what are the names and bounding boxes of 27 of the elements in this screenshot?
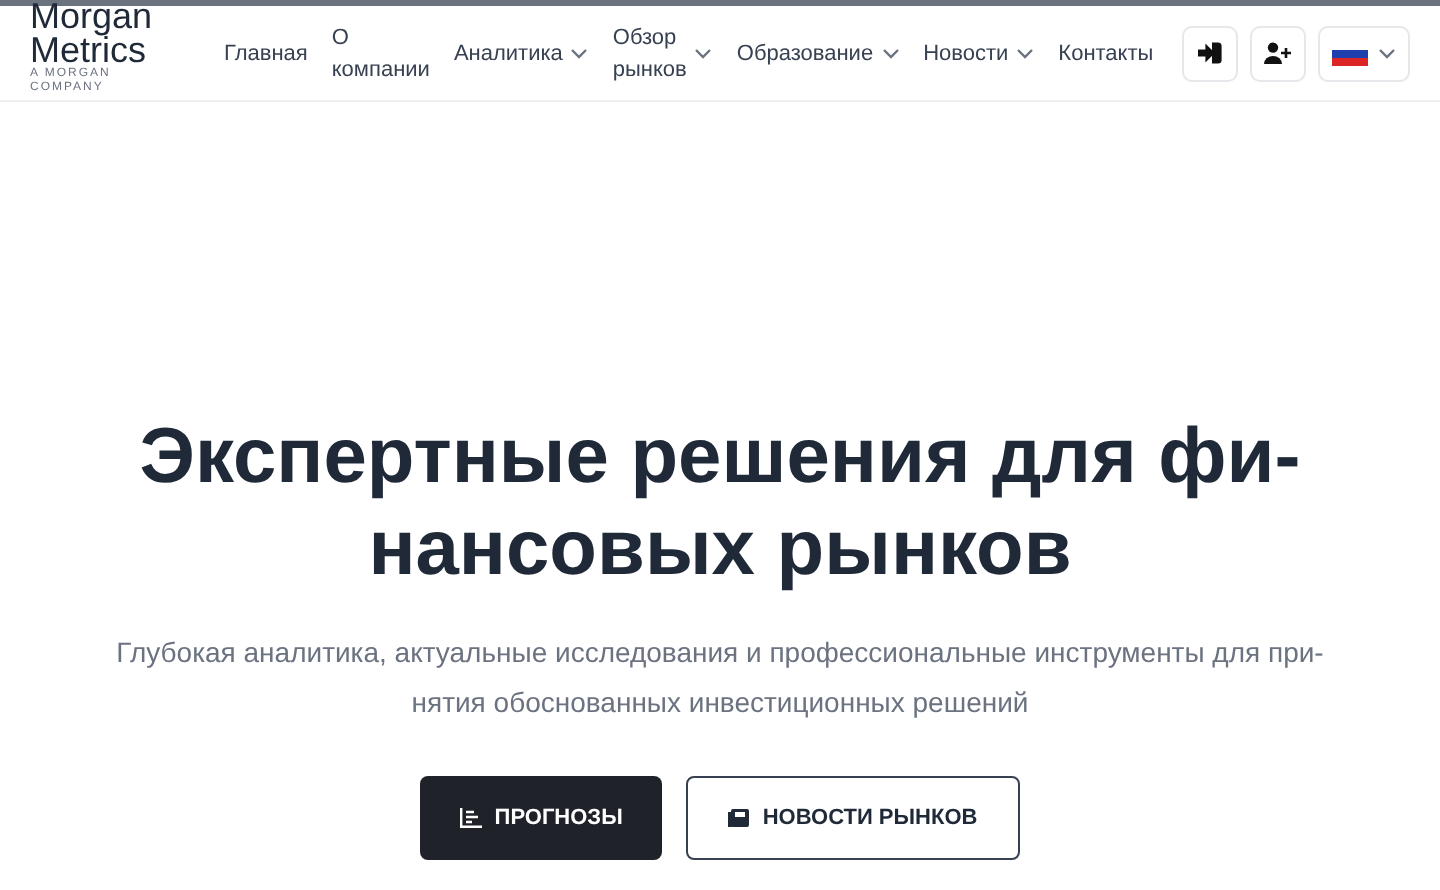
user-plus-icon — [1264, 42, 1292, 64]
hero-subtitle: Глубокая аналитика, актуальные исследования и профессиональные инструменты для при- — [116, 634, 1324, 672]
chevron-down-icon — [694, 47, 713, 59]
chevron-down-icon — [881, 47, 900, 59]
nav-link[interactable]: О компании — [331, 21, 430, 85]
sign-in-icon — [1198, 42, 1222, 64]
nav-link[interactable]: Контакты — [1058, 37, 1154, 69]
language-button[interactable] — [1318, 25, 1410, 81]
hero-title: нансовых рынков — [368, 504, 1072, 596]
chart-icon — [460, 808, 483, 828]
register-button[interactable] — [1250, 25, 1306, 81]
chevron-down-icon — [1016, 47, 1035, 59]
forecasts-button[interactable]: ПРОГНОЗЫ — [420, 776, 663, 860]
hero-title: Экспертные решения для фи- — [139, 412, 1301, 504]
hero-subtitle: нятия обоснованных инвестиционных решений — [411, 684, 1029, 722]
nav-link[interactable]: Главная — [224, 37, 308, 69]
nav-link[interactable]: Аналитика — [453, 37, 589, 69]
nav-link[interactable]: Образование — [736, 37, 900, 69]
nav-link[interactable]: Новости — [923, 37, 1035, 69]
newspaper-icon — [728, 808, 751, 828]
nav-link[interactable]: Обзор рынков — [612, 21, 713, 85]
logo-text[interactable]: Morgan — [30, 0, 214, 33]
logo-text[interactable]: Metrics — [30, 33, 214, 67]
market-news-button[interactable]: НОВОСТИ РЫНКОВ — [686, 776, 1020, 860]
chevron-down-icon — [1378, 47, 1396, 59]
login-button[interactable] — [1182, 25, 1238, 81]
chevron-down-icon — [570, 47, 589, 59]
